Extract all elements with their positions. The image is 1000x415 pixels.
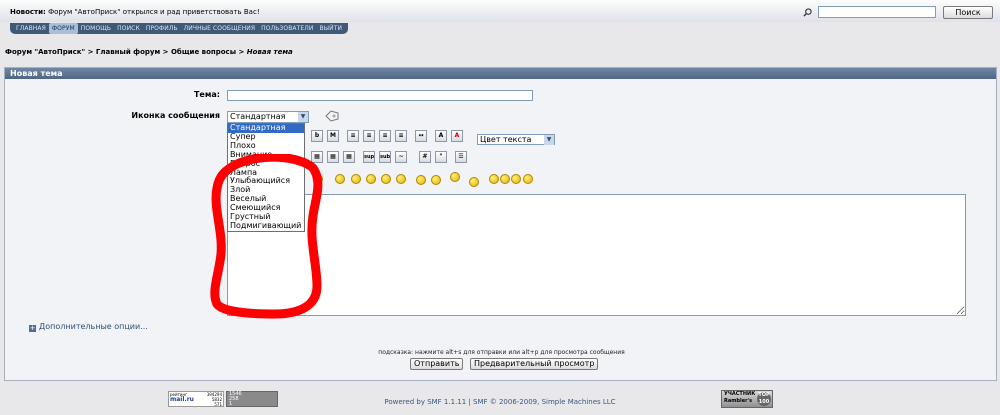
nav-search[interactable]: ПОИСК (114, 23, 143, 34)
bold-icon[interactable]: b (311, 130, 323, 142)
nav-members[interactable]: ПОЛЬЗОВАТЕЛИ (258, 23, 316, 34)
main-nav: ГЛАВНАЯ ФОРУМ ПОМОЩЬ ПОИСК ПРОФИЛЬ ЛИЧНЫ… (10, 23, 349, 34)
align-right-icon[interactable]: ≡ (379, 130, 391, 142)
breadcrumb-main[interactable]: Главный форум (96, 48, 160, 56)
nav-profile[interactable]: ПРОФИЛЬ (143, 23, 181, 34)
text-color-select[interactable]: Цвет текста ▼ (477, 134, 555, 145)
news-ticker: Новости: Форум "АвтоПриcк" открылся и ра… (10, 8, 260, 16)
rambler-badge: TOP 100 (757, 392, 771, 406)
marquee-icon[interactable]: M (327, 130, 339, 142)
message-icon-preview-icon (325, 110, 339, 122)
icon-option[interactable]: Подмигивающий (228, 221, 304, 231)
top-bar: Новости: Форум "АвтоПриcк" открылся и ра… (0, 0, 1000, 22)
plus-icon[interactable]: + (29, 325, 36, 332)
search-icon (803, 8, 812, 17)
quote-icon[interactable]: " (435, 151, 447, 163)
smiley-icon[interactable] (450, 172, 460, 182)
breadcrumb-sep: > (87, 48, 94, 56)
panel-title: Новая тема (5, 68, 996, 79)
smiley-icon[interactable] (416, 175, 426, 185)
align-center-icon[interactable]: ≡ (363, 130, 375, 142)
teletype-icon[interactable]: ~ (395, 151, 407, 163)
smiley-icon[interactable] (500, 174, 510, 184)
font-color-icon[interactable]: A (451, 130, 463, 142)
icon-select[interactable]: Стандартная ▼ (227, 111, 309, 123)
smiley-icon[interactable] (366, 174, 376, 184)
additional-options-toggle[interactable]: + Дополнительные опции... (29, 322, 148, 332)
new-topic-panel: Новая тема Тема: Иконка сообщения Станда… (4, 67, 997, 381)
preview-button[interactable]: Предварительный просмотр (470, 358, 599, 370)
table-icon[interactable]: ▦ (311, 151, 323, 163)
breadcrumb-current: Новая тема (246, 48, 293, 56)
font-size-icon[interactable]: A (435, 130, 447, 142)
powered-by[interactable]: Powered by SMF 1.1.11 | SMF © 2006-2009,… (0, 398, 1000, 406)
code-icon[interactable]: # (419, 151, 431, 163)
message-textarea[interactable] (227, 194, 966, 316)
icon-label: Иконка сообщения (131, 111, 220, 120)
news-text: Форум "АвтоПриcк" открылся и рад приветс… (48, 8, 260, 16)
breadcrumb-general[interactable]: Общие вопросы (171, 48, 236, 56)
smiley-icon[interactable] (313, 174, 323, 184)
smiley-icon[interactable] (351, 174, 361, 184)
icon-select-value: Стандартная (230, 112, 286, 121)
chevron-down-icon[interactable]: ▼ (544, 135, 554, 145)
rambler-top100-badge[interactable]: УЧАСТНИК Rambler's TOP 100 (721, 390, 773, 408)
submit-button[interactable]: Отправить (410, 358, 464, 370)
additional-options-label[interactable]: Дополнительные опции... (39, 322, 148, 331)
subscript-icon[interactable]: sub (379, 151, 391, 163)
smiley-icon[interactable] (335, 174, 345, 184)
smiley-icon[interactable] (381, 174, 391, 184)
smiley-icon[interactable] (431, 175, 441, 185)
subject-label: Тема: (193, 90, 220, 99)
shortcut-hint: подсказка: нажмите alt+s для отправки ил… (378, 349, 625, 356)
align-justify-icon[interactable]: ≡ (395, 130, 407, 142)
breadcrumb-sep: > (162, 48, 169, 56)
horizontal-rule-icon[interactable]: ↔ (415, 130, 427, 142)
table-cell-icon[interactable]: ▦ (343, 151, 355, 163)
footer: рейтинг 394294 mail.ru 5832 571 1546 258… (0, 387, 1000, 415)
nav-forum[interactable]: ФОРУМ (48, 23, 78, 34)
smiley-icon[interactable] (469, 177, 479, 187)
smiley-icon[interactable] (489, 174, 499, 184)
smiley-icon[interactable] (523, 174, 533, 184)
nav-messages[interactable]: ЛИЧНЫЕ СООБЩЕНИЯ (181, 23, 259, 34)
subject-input[interactable] (227, 90, 533, 101)
news-label: Новости: (10, 8, 46, 16)
smiley-icon[interactable] (396, 174, 406, 184)
nav-help[interactable]: ПОМОЩЬ (78, 23, 114, 34)
nav-home[interactable]: ГЛАВНАЯ (13, 23, 49, 34)
chevron-down-icon[interactable]: ▼ (298, 112, 308, 122)
smiley-icon[interactable] (511, 174, 521, 184)
list-icon[interactable]: ☰ (455, 151, 467, 163)
breadcrumb-forum[interactable]: Форум "АвтоПриcк" (5, 48, 85, 56)
breadcrumb: Форум "АвтоПриcк" > Главный форум > Общи… (5, 48, 293, 56)
nav-logout[interactable]: ВЫЙТИ (316, 23, 345, 34)
text-color-value: Цвет текста (480, 135, 532, 144)
search-button[interactable]: Поиск (943, 6, 993, 19)
breadcrumb-sep: > (238, 48, 245, 56)
table-row-icon[interactable]: ▦ (327, 151, 339, 163)
align-left-icon[interactable]: ≡ (347, 130, 359, 142)
search-input[interactable] (818, 6, 936, 18)
superscript-icon[interactable]: sup (363, 151, 375, 163)
icon-dropdown-list[interactable]: Стандартная Супер Плохо Внимание Вопрос … (227, 123, 305, 232)
